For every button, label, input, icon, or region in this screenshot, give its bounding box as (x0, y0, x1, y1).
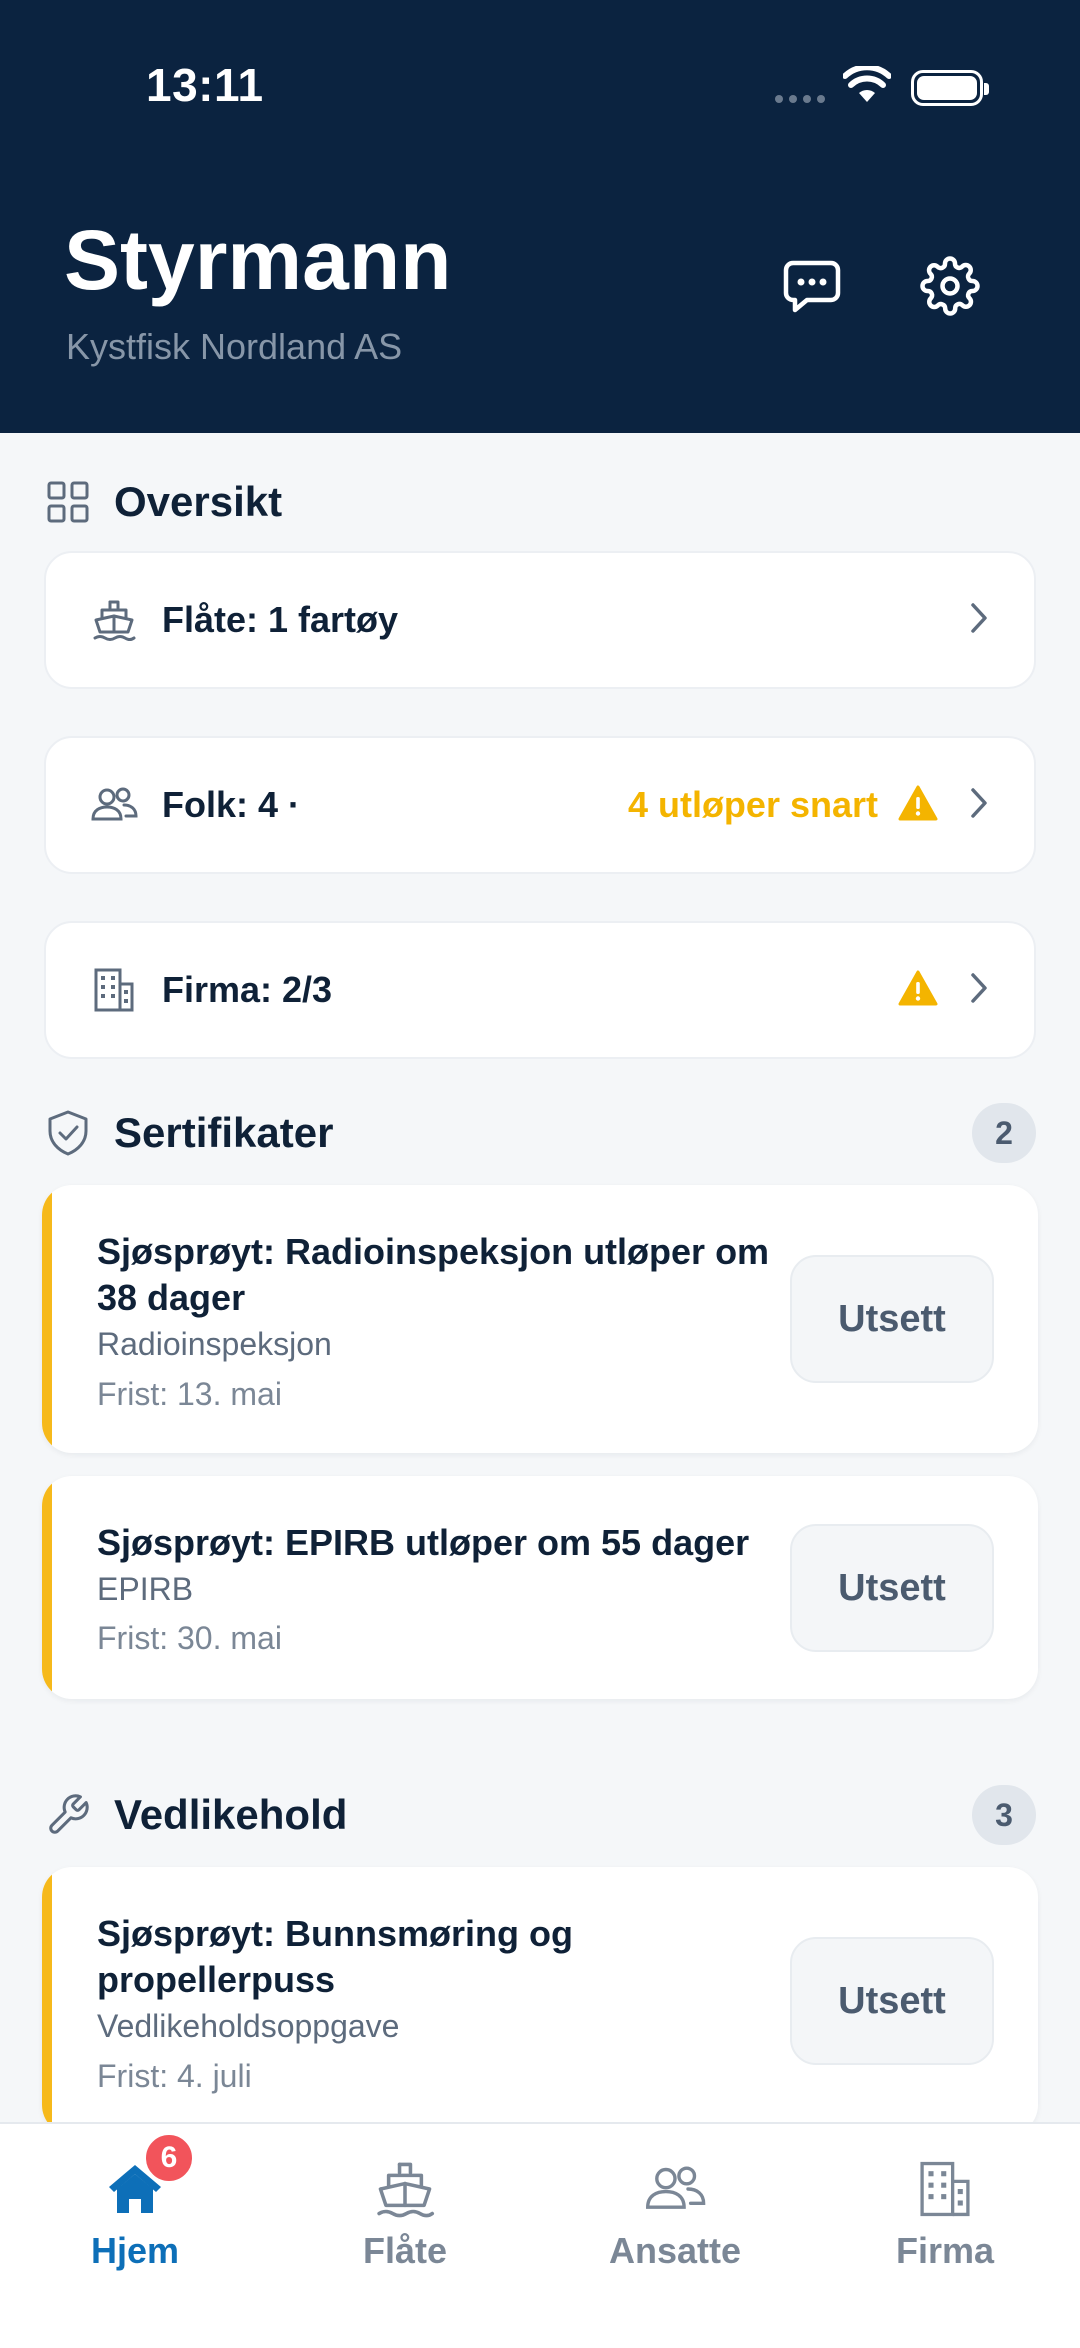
warning-icon (898, 970, 938, 1011)
maintenance-section-header: Vedlikehold 3 (44, 1785, 1036, 1845)
tab-employees[interactable]: Ansatte (540, 2154, 810, 2272)
gear-icon (920, 256, 980, 316)
chevron-right-icon (968, 971, 990, 1010)
certificate-task-card[interactable]: Sjøsprøyt: EPIRB utløper om 55 dager EPI… (42, 1476, 1038, 1699)
certificate-task-card[interactable]: Sjøsprøyt: Radioinspeksjon utløper om 38… (42, 1185, 1038, 1453)
task-title: Sjøsprøyt: Radioinspeksjon utløper om 38… (97, 1231, 770, 1318)
tab-home[interactable]: 6 Hjem (0, 2132, 270, 2272)
company-overview-card[interactable]: Firma: 2/3 (44, 921, 1036, 1059)
task-due-date: Frist: 30. mai (97, 1620, 282, 1656)
people-icon (646, 2166, 706, 2209)
people-icon (90, 781, 138, 829)
building-icon (920, 2161, 970, 2217)
fleet-label: Flåte: 1 fartøy (162, 599, 399, 640)
battery-icon (911, 70, 989, 106)
task-subtitle: EPIRB (97, 1571, 194, 1607)
ship-icon (377, 2162, 435, 2218)
ship-icon (90, 596, 138, 644)
messages-button[interactable] (776, 250, 848, 322)
section-title: Sertifikater (114, 1109, 334, 1156)
tab-label: Ansatte (608, 2230, 742, 2271)
notification-badge: 6 (143, 2132, 195, 2184)
task-title: Sjøsprøyt: EPIRB utløper om 55 dager (97, 1522, 750, 1563)
company-label: Firma: 2/3 (162, 969, 333, 1010)
overview-section-header: Oversikt (44, 472, 1036, 532)
settings-button[interactable] (914, 250, 986, 322)
postpone-button[interactable]: Utsett (790, 1937, 994, 2065)
tab-label: Hjem (90, 2230, 180, 2271)
building-icon (90, 966, 138, 1014)
chevron-right-icon (968, 786, 990, 825)
shield-check-icon (44, 1109, 92, 1157)
app-header: 13:11 Styrmann Kystfisk Nordland AS (0, 0, 1080, 433)
tab-company[interactable]: Firma (810, 2154, 1080, 2272)
cellular-signal-icon (775, 95, 825, 103)
task-subtitle: Radioinspeksjon (97, 1326, 332, 1362)
warning-icon (898, 785, 938, 826)
status-accent (42, 1476, 52, 1699)
chevron-right-icon (968, 601, 990, 640)
maintenance-task-card[interactable]: Sjøsprøyt: Bunnsmøring og propellerpuss … (42, 1867, 1038, 2135)
task-due-date: Frist: 4. juli (97, 2058, 252, 2094)
bottom-tab-bar: 6 Hjem Flåte Ansatte Firma (0, 2122, 1080, 2348)
people-overview-card[interactable]: Folk: 4 · 4 utløper snart (44, 736, 1036, 874)
chat-icon (783, 260, 841, 313)
task-subtitle: Vedlikeholdsoppgave (97, 2008, 400, 2044)
page-title: Styrmann (64, 213, 452, 307)
people-label: Folk: 4 · (162, 784, 301, 825)
task-due-date: Frist: 13. mai (97, 1376, 282, 1412)
section-title: Oversikt (114, 478, 283, 525)
wrench-icon (44, 1791, 92, 1839)
company-name: Kystfisk Nordland AS (66, 326, 403, 367)
count-badge: 2 (972, 1103, 1036, 1163)
wifi-icon (842, 64, 892, 109)
status-accent (42, 1867, 52, 2135)
tab-label: Firma (895, 2230, 995, 2271)
postpone-button[interactable]: Utsett (790, 1255, 994, 1383)
expiring-soon-text: 4 utløper snart (627, 784, 878, 825)
certificates-section-header: Sertifikater 2 (44, 1103, 1036, 1163)
postpone-button[interactable]: Utsett (790, 1524, 994, 1652)
count-badge: 3 (972, 1785, 1036, 1845)
grid-icon (44, 478, 92, 526)
section-title: Vedlikehold (114, 1791, 348, 1838)
tab-fleet[interactable]: Flåte (270, 2154, 540, 2272)
status-time: 13:11 (146, 59, 264, 111)
task-title: Sjøsprøyt: Bunnsmøring og propellerpuss (97, 1913, 573, 2000)
fleet-overview-card[interactable]: Flåte: 1 fartøy (44, 551, 1036, 689)
status-accent (42, 1185, 52, 1453)
tab-label: Flåte (362, 2230, 448, 2271)
